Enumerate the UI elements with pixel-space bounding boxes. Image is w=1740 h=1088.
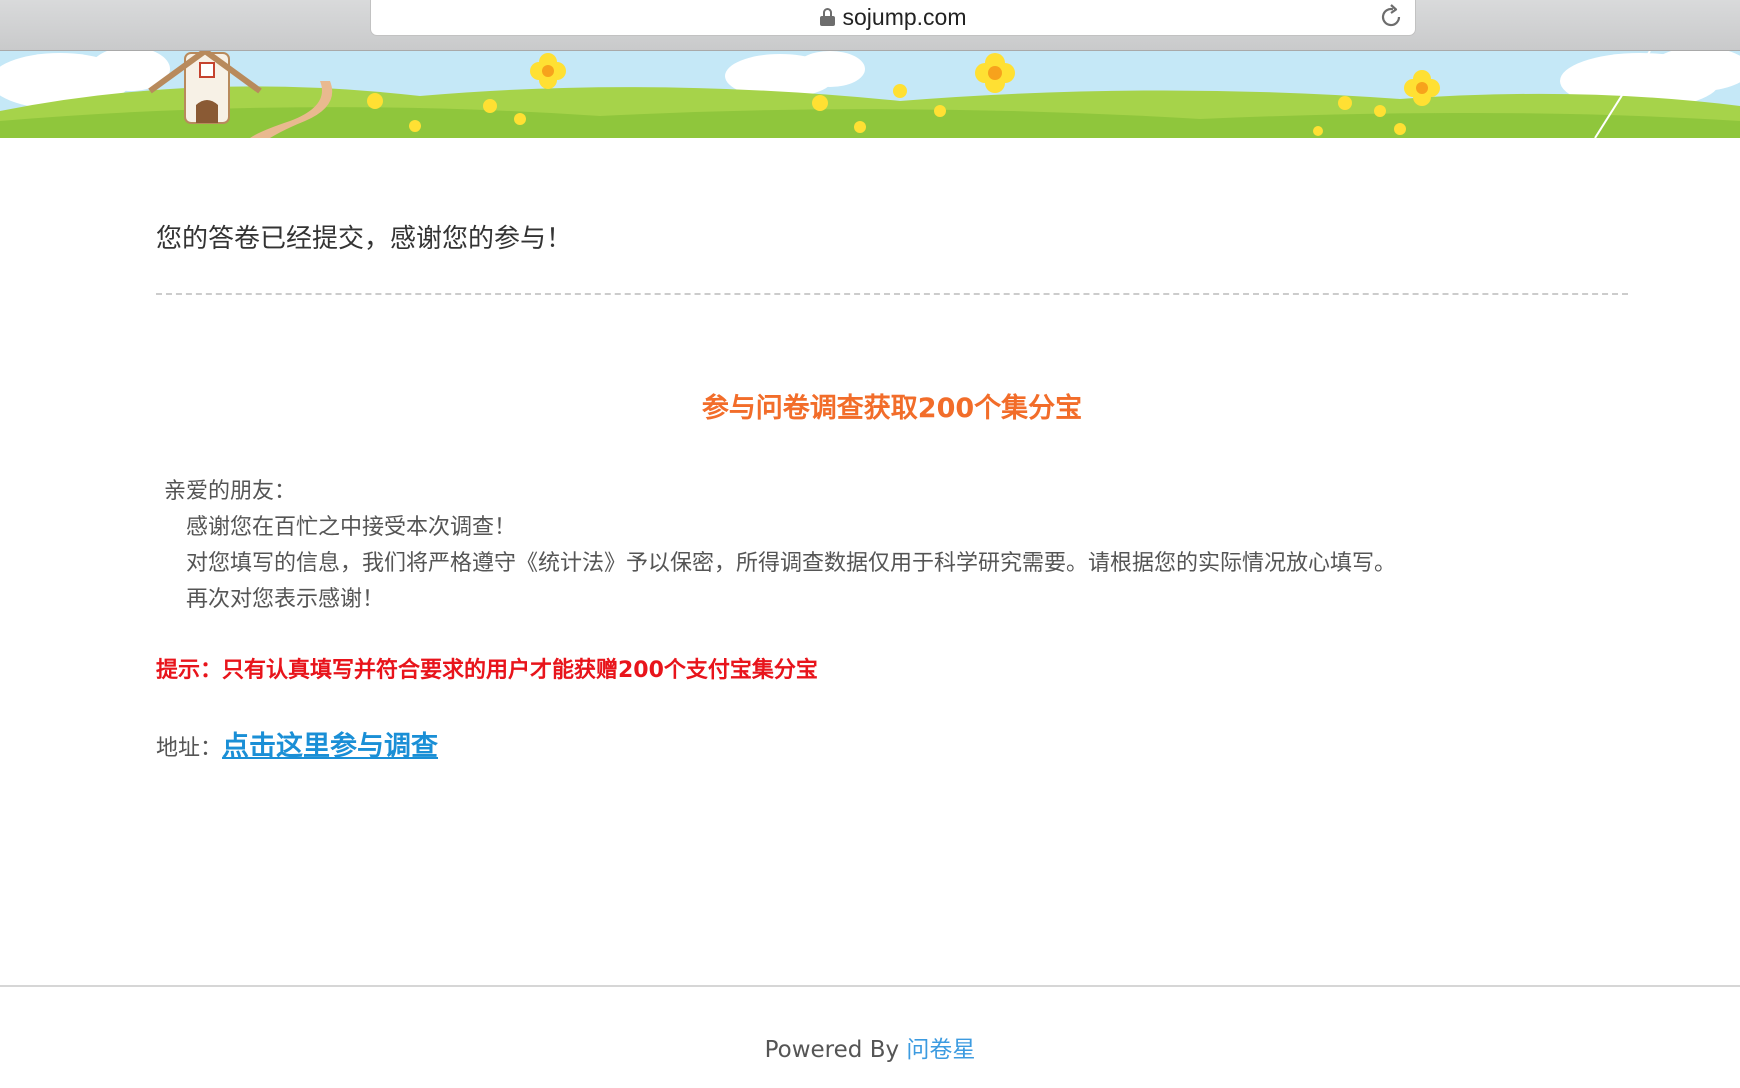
powered-by-text: Powered By [764, 1037, 907, 1063]
brand-link[interactable]: 问卷星 [906, 1037, 975, 1063]
browser-toolbar: sojump.com [0, 0, 1740, 51]
address-row: 地址： 点击这里参与调查 [156, 724, 438, 763]
footer: Powered By 问卷星 [0, 1030, 1740, 1064]
url-display: sojump.com [371, 0, 1415, 34]
letter-line: 对您填写的信息，我们将严格遵守《统计法》予以保密，所得调查数据仅用于科学研究需要… [186, 551, 1397, 576]
hint-text: 提示：只有认真填写并符合要求的用户才能获赠200个支付宝集分宝 [156, 658, 818, 683]
promo-title: 参与问卷调查获取200个集分宝 [701, 393, 1083, 424]
dashed-divider [156, 293, 1628, 295]
letter-body: 亲爱的朋友： 感谢您在百忙之中接受本次调查！ 对您填写的信息，我们将严格遵守《统… [164, 474, 1396, 618]
address-bar[interactable]: sojump.com [370, 0, 1416, 36]
letter-line: 再次对您表示感谢！ [186, 587, 385, 612]
survey-link[interactable]: 点击这里参与调查 [222, 724, 438, 763]
header-banner [0, 51, 1740, 138]
address-label: 地址： [156, 736, 223, 761]
letter-greeting: 亲爱的朋友： [164, 479, 297, 504]
submitted-message: 您的答卷已经提交，感谢您的参与！ [156, 224, 573, 254]
url-text: sojump.com [842, 3, 967, 30]
lock-icon [819, 8, 835, 26]
letter-line: 感谢您在百忙之中接受本次调查！ [186, 515, 517, 540]
reload-icon[interactable] [1377, 3, 1405, 31]
footer-divider [0, 985, 1740, 987]
